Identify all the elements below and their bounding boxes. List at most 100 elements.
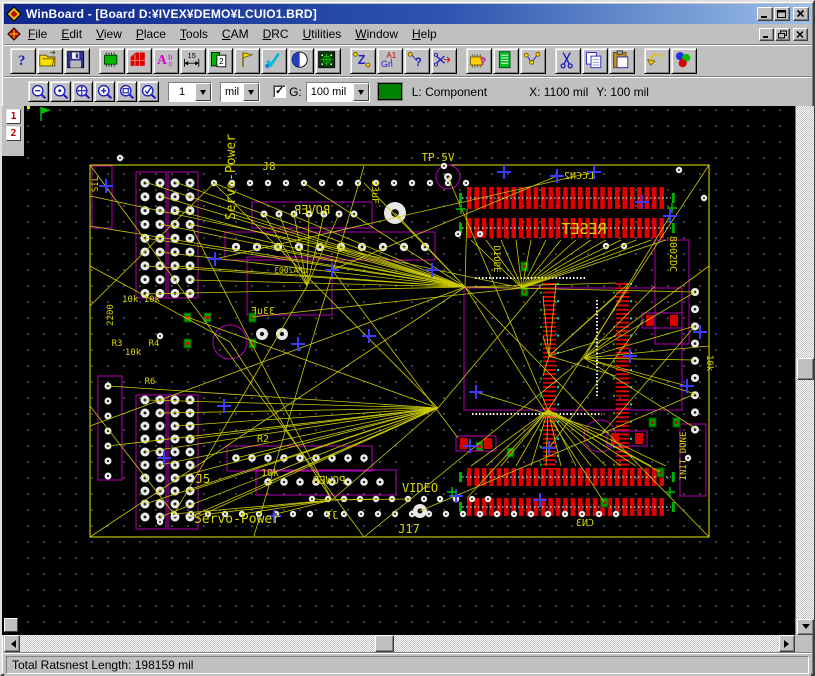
layers-icon: 2 <box>208 49 232 73</box>
ratio-button[interactable] <box>288 48 314 74</box>
maximize-icon <box>776 9 788 19</box>
zoom-redraw-button[interactable] <box>138 81 159 102</box>
document-icon[interactable] <box>7 27 21 41</box>
pcb-label: J17 <box>398 522 420 536</box>
menu-window[interactable]: Window <box>348 25 405 43</box>
copy-icon <box>583 49 607 73</box>
target-button[interactable] <box>315 48 341 74</box>
flag-button[interactable] <box>234 48 260 74</box>
verify-button[interactable] <box>261 48 287 74</box>
zoom-window-button[interactable] <box>116 81 137 102</box>
component-button[interactable] <box>99 48 125 74</box>
route-button[interactable]: Z <box>350 48 376 74</box>
verify-icon <box>262 49 286 73</box>
pcb-label: SIL <box>91 176 101 192</box>
zoom-out-button[interactable] <box>28 81 49 102</box>
mdi-restore-icon <box>777 30 788 39</box>
text-button[interactable]: Abc <box>153 48 179 74</box>
app-icon <box>6 6 22 22</box>
scroll-left-button[interactable] <box>4 635 20 652</box>
layer-color-swatch[interactable] <box>378 83 402 100</box>
board-canvas[interactable]: Servo-PowerJ8ROVERTP-5V33uFLCCN2RESET800… <box>2 106 795 635</box>
cut-icon <box>556 49 580 73</box>
vertical-scrollbar[interactable] <box>795 106 814 635</box>
flag-icon <box>235 49 259 73</box>
save-button[interactable] <box>64 48 90 74</box>
vertical-scrollbar-thumb[interactable] <box>797 358 814 380</box>
zoom-in-icon <box>96 83 114 101</box>
layers-button[interactable]: 2 <box>207 48 233 74</box>
annotate-button[interactable]: A1Gn <box>377 48 403 74</box>
mdi-close-button[interactable] <box>793 28 808 41</box>
pcb-label: Servo-Power <box>224 134 239 220</box>
pcb-label: R4 <box>149 339 160 349</box>
minimize-button[interactable] <box>757 7 773 21</box>
menu-file[interactable]: File <box>21 25 54 43</box>
pcb-drawing[interactable]: Servo-PowerJ8ROVERTP-5V33uFLCCN2RESET800… <box>24 106 795 635</box>
menu-view[interactable]: View <box>89 25 129 43</box>
dimension-button[interactable]: 15 <box>180 48 206 74</box>
help-icon: ? <box>11 49 35 73</box>
bom-icon <box>494 49 518 73</box>
part-query-icon: ? <box>467 49 491 73</box>
svg-text:?: ? <box>18 53 26 69</box>
open-button[interactable] <box>37 48 63 74</box>
layer-2-button[interactable]: 2 <box>6 126 21 141</box>
minimize-icon <box>759 9 771 19</box>
grid-size-select[interactable]: 100 mil <box>306 82 370 102</box>
dimension-icon: 15 <box>181 49 205 73</box>
zoom-buttons <box>28 81 160 102</box>
menu-help[interactable]: Help <box>405 25 444 43</box>
mdi-restore-button[interactable] <box>775 28 790 41</box>
maximize-button[interactable] <box>774 7 790 21</box>
zoom-fit-button[interactable] <box>72 81 93 102</box>
svg-text:2: 2 <box>219 57 224 66</box>
mdi-minimize-button[interactable] <box>759 28 774 41</box>
pcb-label: TP-5V <box>421 151 454 164</box>
layer-1-button[interactable]: 1 <box>6 109 21 124</box>
canvas-corner-chip <box>4 618 18 632</box>
paste-button[interactable] <box>609 48 635 74</box>
svg-text:?: ? <box>415 56 422 68</box>
pcb-label: uPA2003 <box>274 266 308 275</box>
part-query-button[interactable]: ? <box>466 48 492 74</box>
copper-pour-button[interactable] <box>126 48 152 74</box>
horizontal-scrollbar-thumb[interactable] <box>375 635 394 652</box>
menu-drc[interactable]: DRC <box>256 25 296 43</box>
cut-button[interactable] <box>555 48 581 74</box>
colors-button[interactable] <box>671 48 697 74</box>
bom-button[interactable] <box>493 48 519 74</box>
unit-dropdown-icon[interactable] <box>243 83 259 101</box>
pcb-label: ROVER <box>293 203 330 217</box>
zoom-in-button[interactable] <box>94 81 115 102</box>
close-button[interactable] <box>793 7 809 21</box>
unit-select[interactable]: mil <box>220 82 260 102</box>
grid-checkbox[interactable]: ✓ <box>273 85 286 98</box>
netlist-icon <box>521 49 545 73</box>
zoom-center-button[interactable] <box>50 81 71 102</box>
component-icon <box>100 49 124 73</box>
menu-utilities[interactable]: Utilities <box>296 25 349 43</box>
route-icon: Z <box>351 49 375 73</box>
zoom-level-select[interactable]: 1 <box>168 82 212 102</box>
arrow-left-icon <box>7 640 16 648</box>
menu-cam[interactable]: CAM <box>215 25 256 43</box>
menu-tools[interactable]: Tools <box>173 25 215 43</box>
netlist-button[interactable] <box>520 48 546 74</box>
route-query-button[interactable]: ? <box>404 48 430 74</box>
pcb-label: 33uF <box>369 180 380 204</box>
zoom-level-dropdown-icon[interactable] <box>195 83 211 101</box>
target-icon <box>316 49 340 73</box>
undo-button[interactable] <box>644 48 670 74</box>
pcb-label: 10k <box>704 355 714 372</box>
menu-place[interactable]: Place <box>129 25 173 43</box>
horizontal-scrollbar[interactable] <box>4 635 795 652</box>
scroll-down-button[interactable] <box>797 619 814 635</box>
copy-button[interactable] <box>582 48 608 74</box>
pcb-label: 10k 10k <box>122 295 161 305</box>
menu-edit[interactable]: Edit <box>54 25 89 43</box>
help-button[interactable]: ? <box>10 48 36 74</box>
grid-size-dropdown-icon[interactable] <box>353 83 369 101</box>
scroll-right-button[interactable] <box>779 635 795 652</box>
route-cut-button[interactable] <box>431 48 457 74</box>
